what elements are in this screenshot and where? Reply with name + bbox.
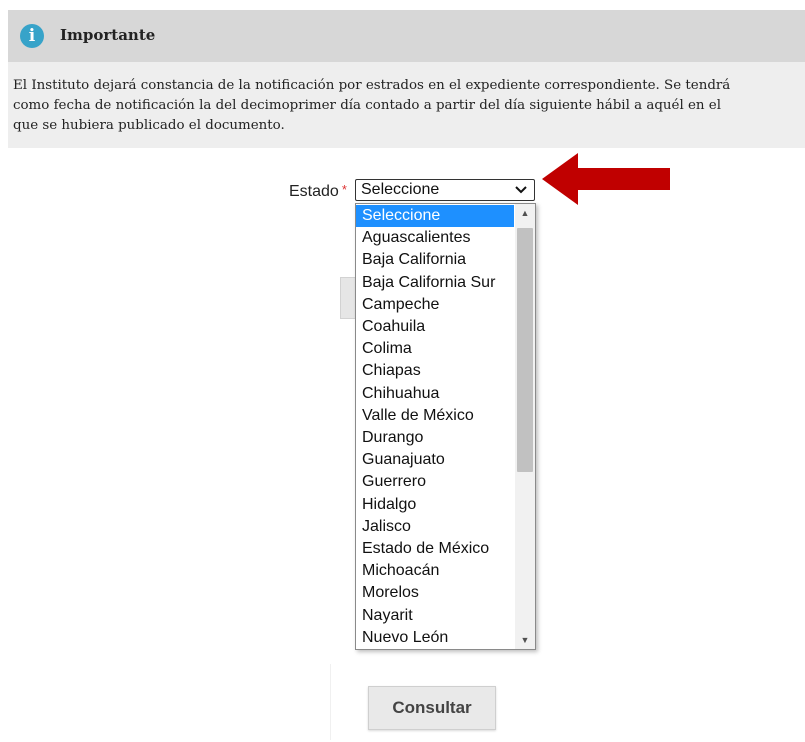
scroll-up-arrow-icon[interactable]: ▲ <box>515 204 535 222</box>
chevron-down-icon <box>515 186 527 194</box>
arrow-left-icon <box>542 153 670 205</box>
dropdown-option[interactable]: Hidalgo <box>356 494 514 516</box>
dropdown-option[interactable]: Nuevo León <box>356 627 514 649</box>
dropdown-option[interactable]: Chiapas <box>356 360 514 382</box>
dropdown-option[interactable]: Michoacán <box>356 560 514 582</box>
dropdown-option[interactable]: Seleccione <box>356 205 514 227</box>
notice-header: i Importante <box>8 10 805 62</box>
notice-body-line: que se hubiera publicado el documento. <box>13 118 285 133</box>
estado-dropdown-list[interactable]: ▲ ▼ Seleccione Aguascalientes Baja Califor… <box>355 203 536 650</box>
dropdown-option[interactable]: Aguascalientes <box>356 227 514 249</box>
scrollbar[interactable]: ▲ ▼ <box>515 204 535 649</box>
scrollbar-thumb[interactable] <box>517 228 533 472</box>
notice-title: Importante <box>60 26 156 44</box>
dropdown-option[interactable]: Nayarit <box>356 605 514 627</box>
select-value: Seleccione <box>361 181 440 198</box>
dropdown-option[interactable]: Estado de México <box>356 538 514 560</box>
consultar-button[interactable]: Consultar <box>368 686 496 730</box>
estado-label: Estado * <box>289 182 347 201</box>
info-icon: i <box>20 24 44 48</box>
divider <box>330 664 331 740</box>
dropdown-option[interactable]: Baja California Sur <box>356 272 514 294</box>
dropdown-option[interactable]: Colima <box>356 338 514 360</box>
estado-label-text: Estado <box>289 183 339 200</box>
dropdown-option[interactable]: Jalisco <box>356 516 514 538</box>
dropdown-option[interactable]: Coahuila <box>356 316 514 338</box>
dropdown-option[interactable]: Durango <box>356 427 514 449</box>
dropdown-option[interactable]: Guanajuato <box>356 449 514 471</box>
dropdown-option[interactable]: Morelos <box>356 582 514 604</box>
estado-select[interactable]: Seleccione <box>355 179 535 201</box>
scroll-down-arrow-icon[interactable]: ▼ <box>515 631 535 649</box>
notice-body: El Instituto dejará constancia de la not… <box>8 62 805 148</box>
dropdown-option[interactable]: Guerrero <box>356 471 514 493</box>
dropdown-option[interactable]: Valle de México <box>356 405 514 427</box>
dropdown-option[interactable]: Baja California <box>356 249 514 271</box>
notice-body-line: El Instituto dejará constancia de la not… <box>13 78 731 93</box>
notice-body-line: como fecha de notificación la del decimo… <box>13 98 722 113</box>
required-asterisk: * <box>341 182 347 197</box>
dropdown-option[interactable]: Campeche <box>356 294 514 316</box>
dropdown-option[interactable]: Chihuahua <box>356 383 514 405</box>
